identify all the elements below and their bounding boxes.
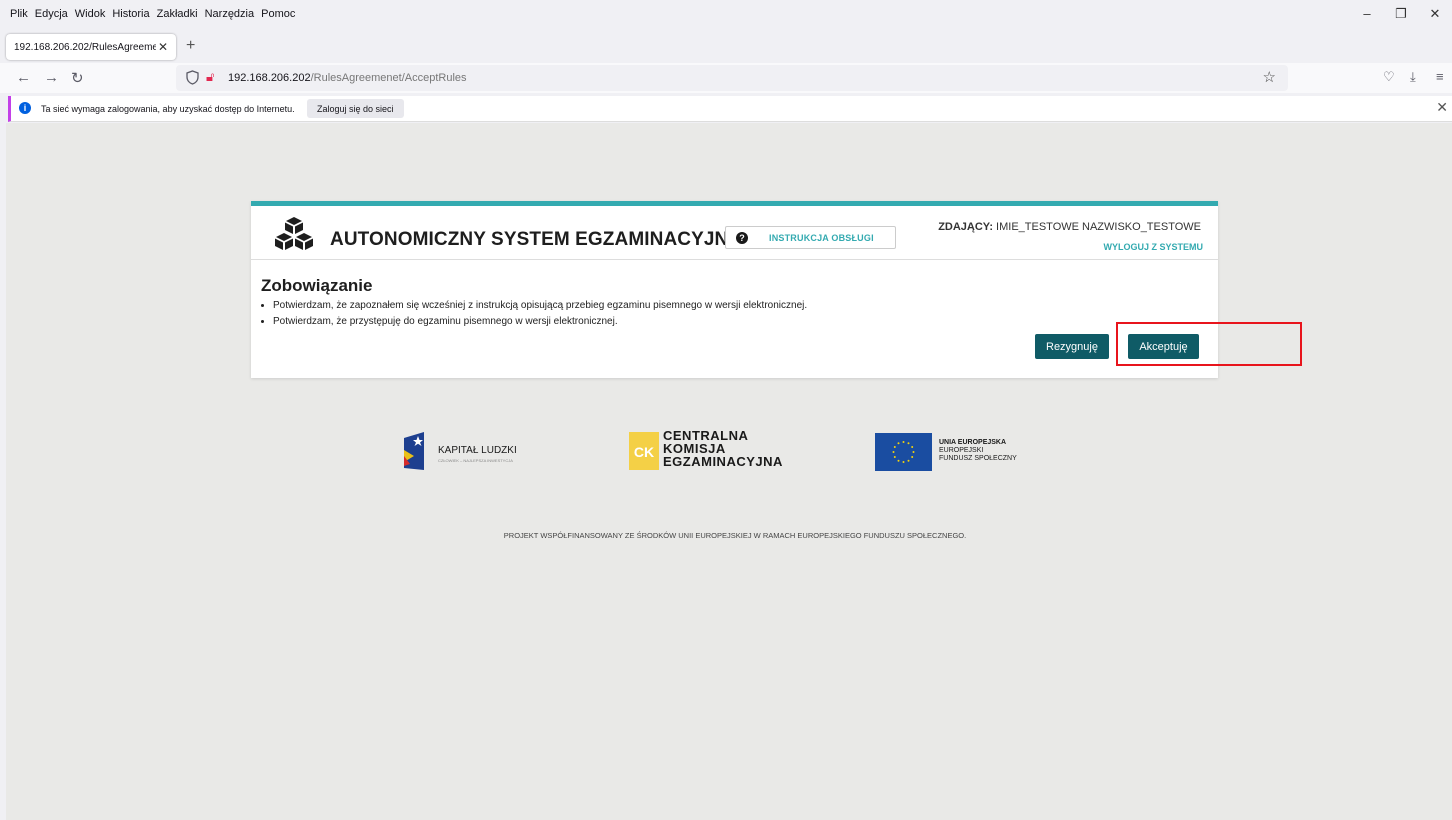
cke-line: EGZAMINACYJNA (663, 454, 783, 469)
back-icon[interactable]: ← (16, 69, 31, 86)
info-icon: i (19, 102, 31, 114)
menu-pomoc[interactable]: Pomoc (261, 8, 295, 20)
kapital-ludzki-title: KAPITAŁ LUDZKI (438, 445, 517, 456)
user-name: IMIE_TESTOWE NAZWISKO_TESTOWE (996, 221, 1201, 233)
manual-button[interactable]: ? INSTRUKCJA OBSŁUGI (725, 226, 896, 249)
window-controls: – ❐ ✕ (1350, 6, 1452, 22)
obligation-title: Zobowiązanie (261, 276, 373, 295)
obligation-item: Potwierdzam, że przystępuję do egzaminu … (273, 314, 807, 330)
question-icon: ? (736, 232, 748, 244)
card-header: AUTONOMICZNY SYSTEM EGZAMINACYJNY ? INST… (251, 206, 1218, 260)
notification-close-icon[interactable]: ✕ (1436, 99, 1448, 116)
notification-message: Ta sieć wymaga zalogowania, aby uzyskać … (41, 104, 295, 114)
kapital-ludzki-logo-icon (404, 432, 424, 470)
logout-link[interactable]: WYLOGUJ Z SYSTEMU (1103, 242, 1203, 252)
footer-note: PROJEKT WSPÓŁFINANSOWANY ZE ŚRODKÓW UNII… (503, 531, 967, 540)
menu-plik[interactable]: Plik (10, 8, 28, 20)
close-window-icon[interactable]: ✕ (1418, 6, 1452, 22)
agreement-card: AUTONOMICZNY SYSTEM EGZAMINACYJNY ? INST… (251, 201, 1218, 378)
restore-icon[interactable]: ❐ (1384, 6, 1418, 22)
forward-icon[interactable]: → (44, 69, 59, 86)
eu-flag-icon (875, 433, 932, 471)
cke-name: CENTRALNA KOMISJA EGZAMINACYJNA (663, 429, 783, 468)
tab-title: 192.168.206.202/RulesAgreemenet/AcceptRu… (14, 42, 156, 53)
svg-text:CK: CK (634, 444, 654, 460)
app-menu-icon[interactable]: ≡ (1436, 69, 1444, 84)
bookmark-star-icon[interactable]: ☆ (1263, 68, 1276, 86)
menu-bar: Plik Edycja Widok Historia Zakładki Narz… (0, 0, 1452, 28)
downloads-icon[interactable]: ⤓ (1410, 69, 1416, 85)
login-network-button[interactable]: Zaloguj się do sieci (307, 99, 404, 118)
user-label: ZDAJĄCY: (938, 221, 993, 233)
user-info: ZDAJĄCY: IMIE_TESTOWE NAZWISKO_TESTOWE (938, 221, 1201, 233)
menu-widok[interactable]: Widok (75, 8, 106, 20)
url-text: 192.168.206.202/RulesAgreemenet/AcceptRu… (228, 72, 467, 84)
eu-fund-name: UNIA EUROPEJSKA EUROPEJSKI FUNDUSZ SPOŁE… (939, 439, 1017, 463)
menu-narzedzia[interactable]: Narzędzia (205, 8, 255, 20)
browser-tab[interactable]: 192.168.206.202/RulesAgreemenet/AcceptRu… (6, 34, 176, 60)
eu-line: FUNDUSZ SPOŁECZNY (939, 455, 1017, 462)
app-title: AUTONOMICZNY SYSTEM EGZAMINACYJNY (330, 229, 742, 250)
menu-historia[interactable]: Historia (112, 8, 149, 20)
resign-button[interactable]: Rezygnuję (1035, 334, 1109, 359)
obligation-list: Potwierdzam, że zapoznałem się wcześniej… (273, 298, 807, 330)
tracking-shield-icon[interactable] (186, 70, 199, 85)
minimize-icon[interactable]: – (1350, 6, 1384, 22)
eu-line: EUROPEJSKI (939, 447, 984, 454)
manual-button-label: INSTRUKCJA OBSŁUGI (769, 233, 874, 243)
accept-highlight-box (1116, 322, 1302, 366)
new-tab-icon[interactable]: + (186, 37, 195, 55)
menu-items: Plik Edycja Widok Historia Zakładki Narz… (10, 8, 295, 20)
insecure-lock-icon[interactable]: 🔓︎ (206, 69, 214, 85)
captive-portal-notification: i Ta sieć wymaga zalogowania, aby uzyska… (8, 96, 1452, 122)
reload-icon[interactable]: ↻ (71, 69, 84, 87)
cubes-logo-icon (275, 217, 313, 250)
menu-zakladki[interactable]: Zakładki (157, 8, 198, 20)
nav-bar: ← → ↻ 🔓︎ 192.168.206.202/RulesAgreemenet… (0, 63, 1452, 93)
kapital-ludzki-subtitle: CZŁOWIEK – NAJLEPSZA INWESTYCJA (438, 458, 513, 463)
page-content: AUTONOMICZNY SYSTEM EGZAMINACYJNY ? INST… (6, 123, 1452, 820)
cke-logo-icon: CK (629, 432, 659, 470)
pocket-icon[interactable]: ♡ (1383, 69, 1395, 85)
url-path: /RulesAgreemenet/AcceptRules (310, 72, 467, 84)
eu-line: UNIA EUROPEJSKA (939, 439, 1007, 446)
url-host: 192.168.206.202 (228, 72, 311, 84)
url-bar[interactable]: 🔓︎ 192.168.206.202/RulesAgreemenet/Accep… (176, 65, 1288, 91)
menu-edycja[interactable]: Edycja (35, 8, 68, 20)
obligation-item: Potwierdzam, że zapoznałem się wcześniej… (273, 298, 807, 314)
tab-bar: 192.168.206.202/RulesAgreemenet/AcceptRu… (0, 32, 1452, 60)
tab-close-icon[interactable]: ✕ (158, 40, 168, 54)
